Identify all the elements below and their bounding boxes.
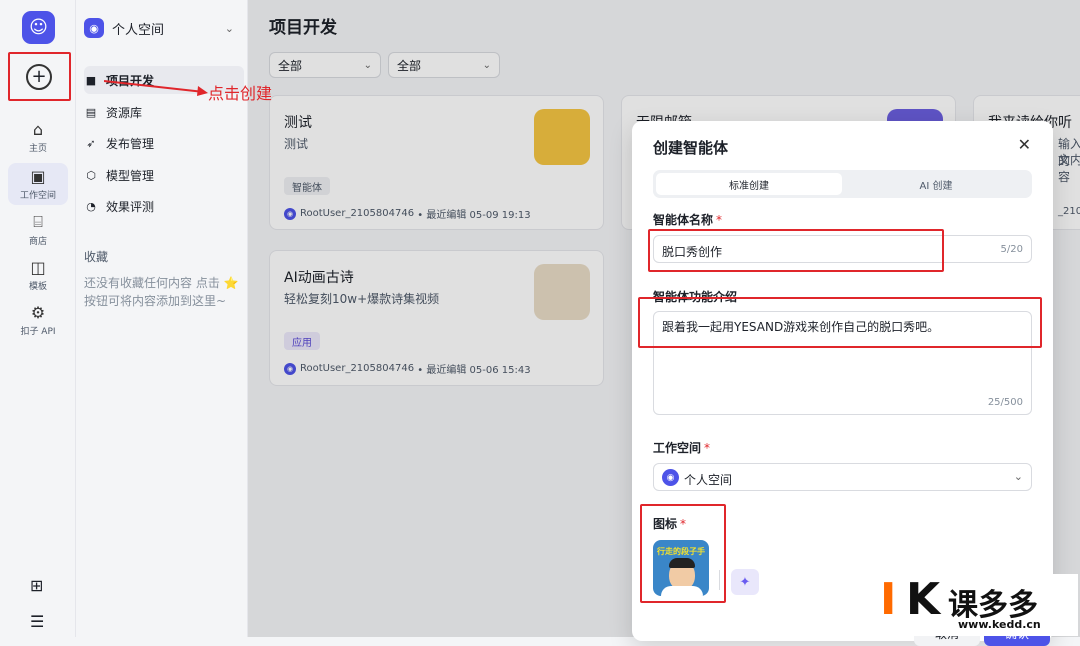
annotation-box (640, 504, 726, 603)
api-icon: ⚙ (30, 303, 46, 322)
tab-ai-create[interactable]: AI 创建 (843, 173, 1029, 195)
gauge-icon: ◔ (86, 199, 96, 213)
favorites-empty-text: 还没有收藏任何内容 点击 ⭐ 按钮可将内容添加到这里~ (84, 276, 239, 308)
modal-title: 创建智能体 (653, 139, 729, 157)
store-icon: ⌸ (33, 212, 43, 231)
grid-icon[interactable]: ⊞ (30, 576, 43, 595)
rail-item-store[interactable]: ⌸ 商店 (8, 212, 68, 247)
space-selector[interactable]: ◉ 个人空间 ⌄ (84, 14, 242, 42)
cube-icon: ⬡ (86, 168, 96, 182)
rocket-icon: ➶ (86, 136, 96, 150)
chevron-down-icon: ⌄ (1013, 470, 1023, 483)
project-icon: ■ (85, 73, 97, 87)
template-icon: ◫ (30, 258, 46, 277)
rail-item-api[interactable]: ⚙ 扣子 API (8, 303, 68, 337)
workspace-select[interactable]: ◉ 个人空间 ⌄ (653, 463, 1032, 491)
rail-item-home[interactable]: ⌂ 主页 (8, 120, 68, 154)
rail-item-workspace[interactable]: ▣ 工作空间 (8, 163, 68, 205)
annotation-text: 点击创建 (208, 84, 273, 103)
library-icon: ▤ (85, 105, 97, 119)
tab-standard[interactable]: 标准创建 (656, 173, 842, 195)
user-avatar-icon: ◉ (662, 469, 679, 486)
watermark-logo: IK 课多多 www.kedd.cn (878, 574, 1078, 636)
annotation-box (648, 229, 944, 272)
app-logo-icon[interactable]: ☺ (22, 11, 55, 44)
close-icon[interactable]: ✕ (1018, 135, 1031, 154)
home-icon: ⌂ (32, 120, 44, 139)
annotation-box (8, 52, 71, 101)
nav-item-publish[interactable]: ➶ 发布管理 (84, 129, 244, 157)
nav-item-models[interactable]: ⬡ 模型管理 (84, 161, 244, 189)
workspace-label: 工作空间 * (653, 441, 711, 455)
annotation-box (638, 297, 1042, 348)
rail-item-template[interactable]: ◫ 模板 (8, 258, 68, 292)
document-icon[interactable]: ☰ (30, 612, 44, 631)
annotation-arrow (104, 80, 208, 96)
nav-item-evaluation[interactable]: ◔ 效果评测 (84, 192, 244, 220)
name-label: 智能体名称 * (653, 213, 723, 227)
user-avatar-icon: ◉ (84, 18, 104, 38)
ai-generate-icon-button[interactable]: ✦ (731, 569, 759, 595)
favorites-title: 收藏 (84, 250, 109, 264)
chevron-down-icon: ⌄ (224, 21, 234, 35)
create-mode-tabs: 标准创建 AI 创建 (653, 170, 1032, 198)
terminal-icon: ▣ (30, 167, 46, 186)
